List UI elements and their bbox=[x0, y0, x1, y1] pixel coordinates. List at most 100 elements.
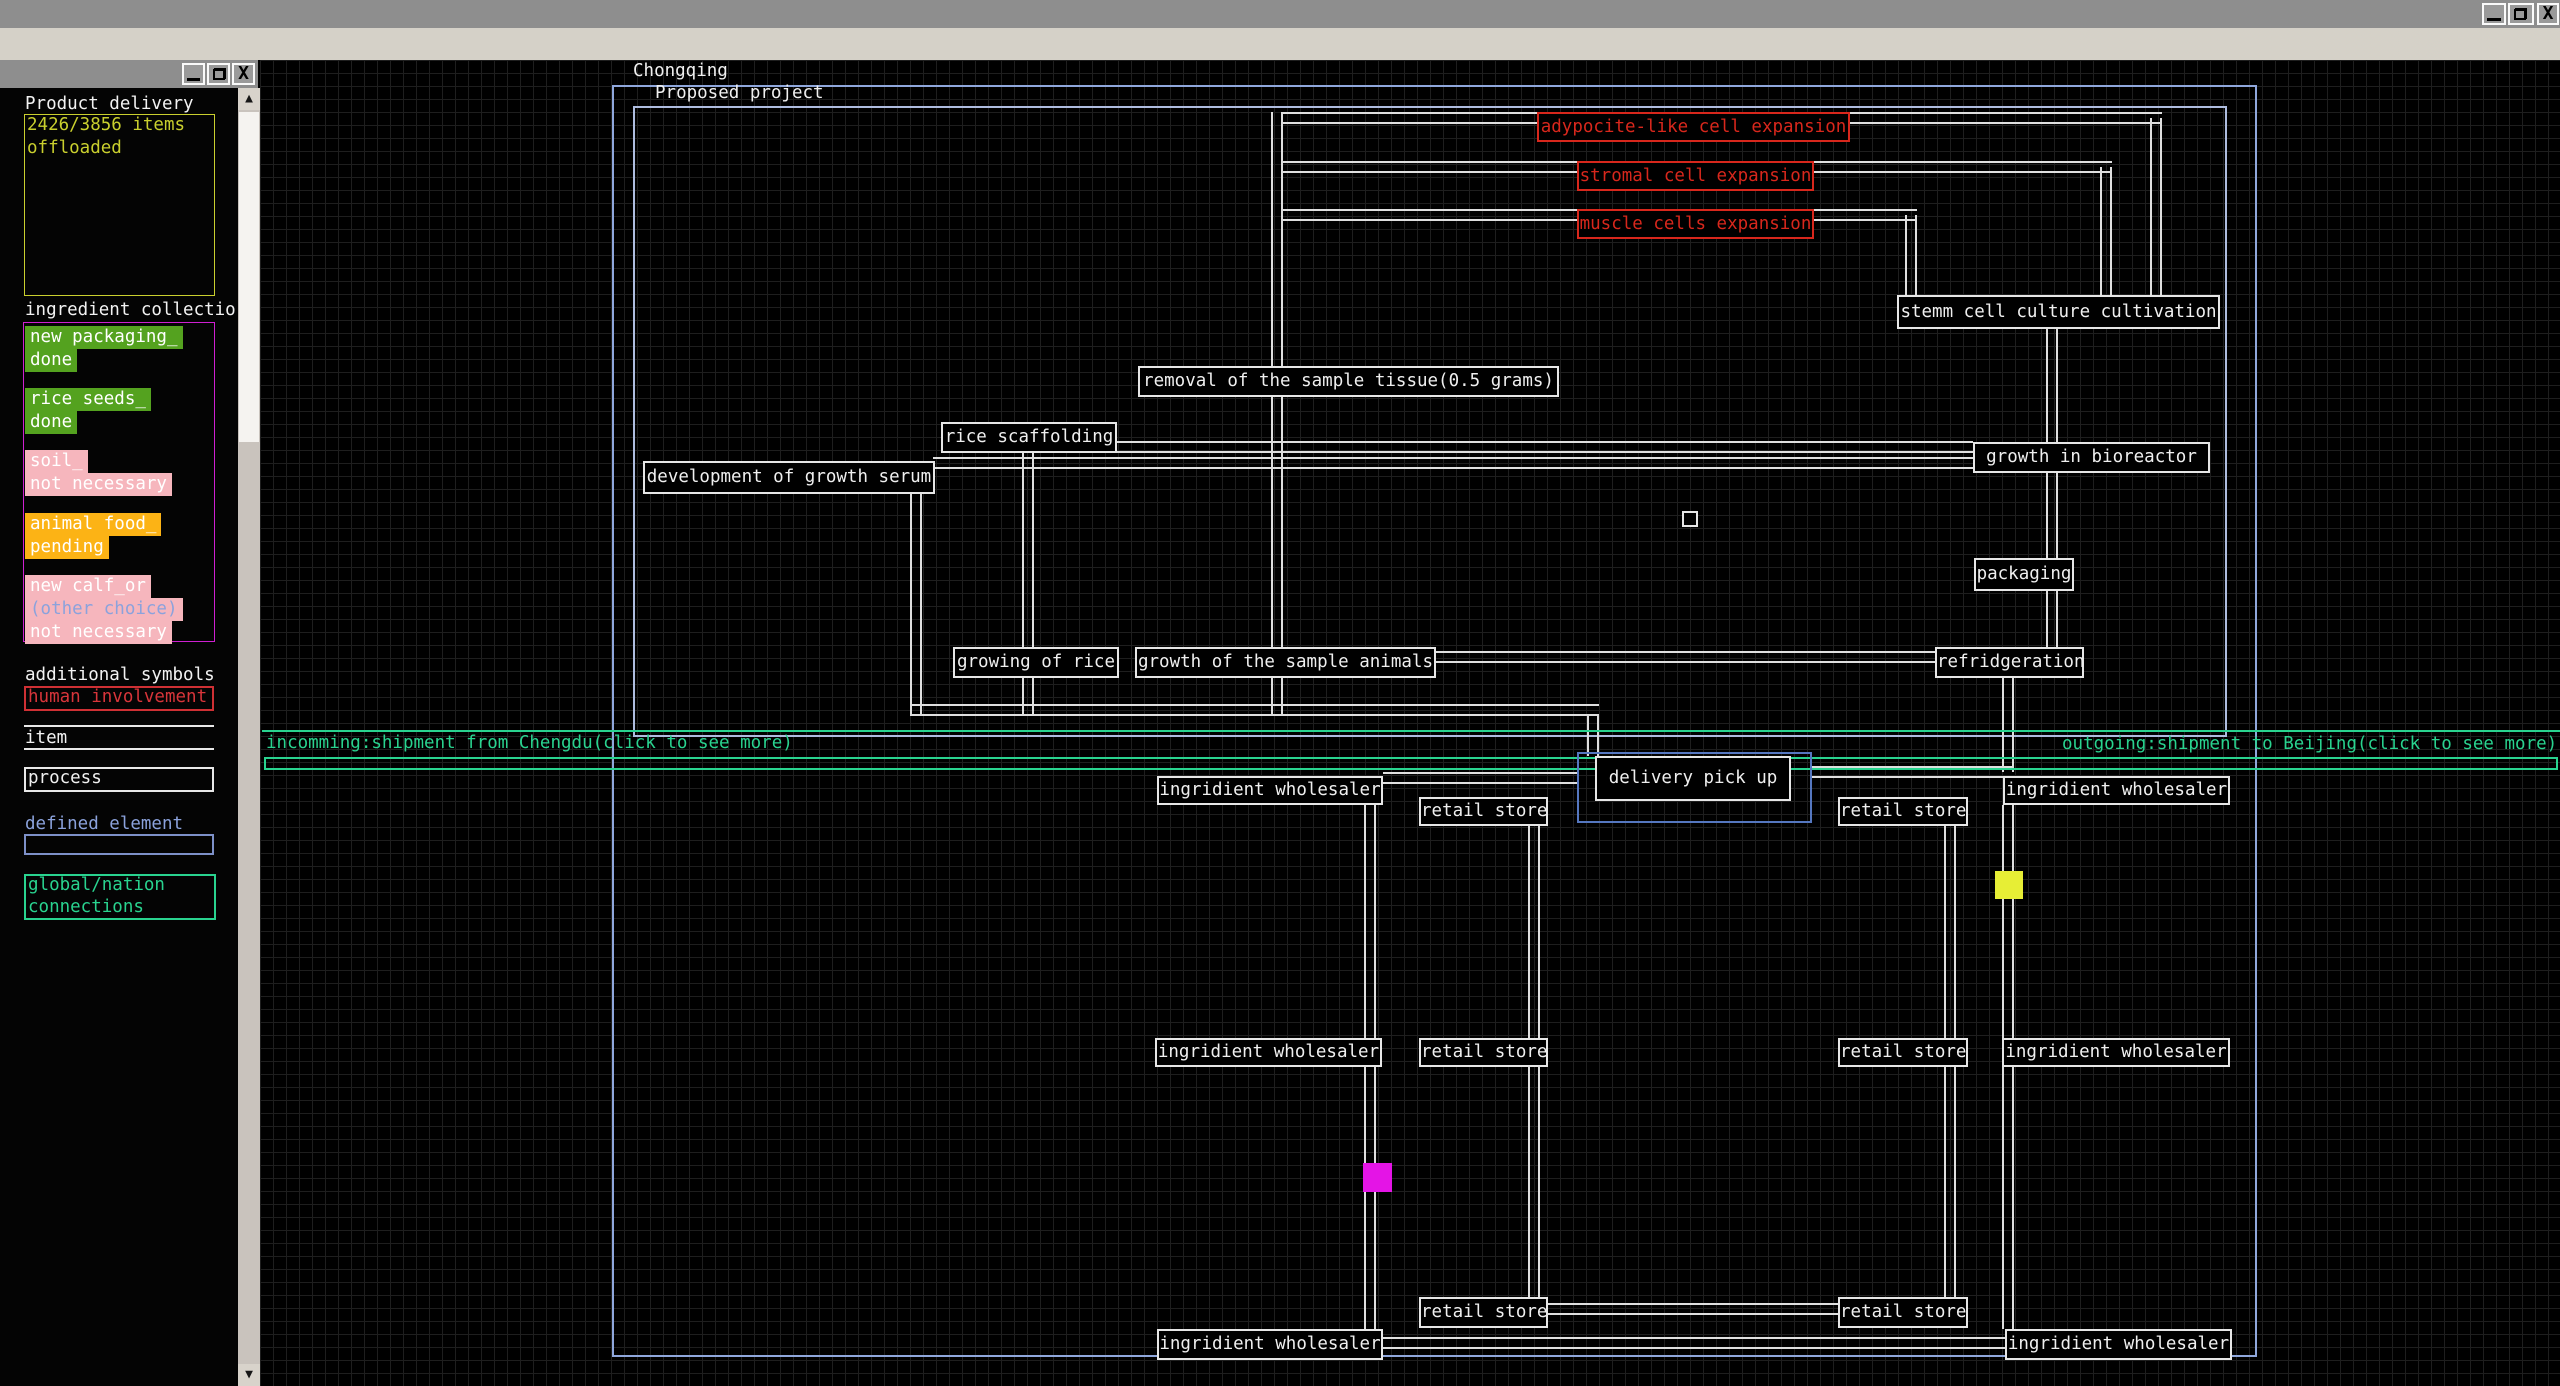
scroll-down-button[interactable]: ▼ bbox=[238, 1364, 260, 1386]
node-stem-cell-cultivation[interactable]: stemm cell culture cultivation bbox=[1897, 295, 2220, 329]
ingredient-new-packaging: new packaging_ done bbox=[25, 326, 183, 372]
connector-pipe bbox=[1528, 1067, 1540, 1297]
legend-global-line2: connections bbox=[28, 897, 144, 917]
window-toolbar-strip bbox=[0, 28, 2560, 60]
connector-pipe bbox=[2046, 591, 2058, 648]
connector-pipe bbox=[1814, 161, 2112, 173]
ingredient-soil: soil_ not necessary bbox=[25, 450, 172, 496]
connector-pipe bbox=[1814, 209, 1917, 221]
connector-pipe bbox=[1905, 215, 1917, 296]
legend-sidebar: Product delivery 2426/3856 items offload… bbox=[0, 88, 238, 1386]
symbols-heading: additional symbols bbox=[25, 665, 215, 685]
connector-pipe bbox=[1383, 1337, 2005, 1349]
minimize-button[interactable] bbox=[2482, 3, 2506, 25]
connector-pipe bbox=[1364, 805, 1376, 1038]
node-delivery-pickup[interactable]: delivery pick up bbox=[1595, 756, 1791, 801]
node-wholesaler[interactable]: ingridient wholesaler bbox=[1157, 1329, 1383, 1360]
node-wholesaler[interactable]: ingridient wholesaler bbox=[1157, 776, 1383, 805]
connector-pipe bbox=[910, 494, 922, 716]
ingredient-status: not necessary bbox=[25, 621, 172, 644]
node-wholesaler[interactable]: ingridient wholesaler bbox=[2003, 776, 2230, 805]
ingredient-status: not necessary bbox=[25, 473, 172, 496]
connector-pipe bbox=[1587, 716, 1599, 756]
ingredient-note: (other choice) bbox=[25, 598, 183, 621]
node-retail-store[interactable]: retail store bbox=[1419, 797, 1548, 826]
scroll-down-icon: ▼ bbox=[245, 1367, 253, 1382]
connector-pipe bbox=[1283, 209, 1579, 221]
ingredient-rice-seeds: rice seeds_ done bbox=[25, 388, 151, 434]
outgoing-shipment-link[interactable]: outgoing:shipment to Beijing(click to se… bbox=[2062, 734, 2557, 754]
node-muscle-expansion[interactable]: muscle cells expansion bbox=[1577, 209, 1814, 239]
connector-pipe bbox=[1850, 112, 2162, 124]
connector-pipe bbox=[1022, 453, 1034, 648]
ingredient-name: new calf_or bbox=[25, 575, 151, 598]
node-growth-serum[interactable]: development of growth serum bbox=[643, 461, 935, 494]
global-connection-line bbox=[262, 730, 2560, 732]
connector-pipe bbox=[933, 457, 1973, 469]
window-titlebar[interactable] bbox=[0, 0, 2560, 28]
offload-label: offloaded bbox=[27, 138, 122, 158]
small-square-marker[interactable] bbox=[1682, 511, 1698, 527]
node-retail-store[interactable]: retail store bbox=[1419, 1297, 1548, 1328]
delivery-status-box: 2426/3856 items offloaded bbox=[24, 114, 215, 296]
node-refridgeration[interactable]: refridgeration bbox=[1935, 647, 2084, 678]
node-packaging[interactable]: packaging bbox=[1974, 558, 2074, 591]
connector-pipe bbox=[2002, 1067, 2014, 1329]
node-retail-store[interactable]: retail store bbox=[1838, 797, 1968, 826]
incoming-shipment-link[interactable]: incomming:shipment from Chengdu(click to… bbox=[266, 733, 793, 753]
connector-pipe bbox=[1271, 397, 1283, 648]
ingredient-name: rice seeds_ bbox=[25, 388, 151, 411]
item-line-bottom bbox=[24, 748, 214, 750]
region-label: Chongqing bbox=[633, 61, 728, 81]
ingredients-heading: ingredient collectio bbox=[25, 300, 236, 320]
connector-pipe bbox=[2046, 329, 2058, 443]
close-icon: X bbox=[234, 66, 253, 82]
restore-icon bbox=[213, 68, 226, 80]
node-stromal-expansion[interactable]: stromal cell expansion bbox=[1577, 161, 1814, 191]
node-retail-store[interactable]: retail store bbox=[1838, 1038, 1968, 1067]
connector-pipe bbox=[1944, 826, 1956, 1038]
scroll-up-button[interactable]: ▲ bbox=[238, 88, 260, 110]
node-adypocite-expansion[interactable]: adypocite-like cell expansion bbox=[1537, 112, 1850, 142]
sidebar-close-button[interactable]: X bbox=[232, 63, 255, 85]
connector-pipe bbox=[2002, 805, 2014, 1038]
node-wholesaler[interactable]: ingridient wholesaler bbox=[2002, 1038, 2230, 1067]
sidebar-scrollbar[interactable]: ▲ ▼ bbox=[238, 88, 260, 1386]
sidebar-title: Product delivery bbox=[25, 94, 194, 114]
yellow-marker bbox=[1995, 871, 2023, 899]
ingredient-status: done bbox=[25, 411, 77, 434]
legend-human-label: human involvement bbox=[28, 687, 207, 707]
ingredient-new-calf: new calf_or (other choice) not necessary bbox=[25, 575, 183, 644]
connector-pipe bbox=[1364, 1067, 1376, 1329]
legend-process-label: process bbox=[28, 768, 102, 788]
sidebar-restore-button[interactable] bbox=[207, 63, 230, 85]
project-label: Proposed project bbox=[655, 83, 824, 103]
restore-icon bbox=[2514, 8, 2527, 20]
node-retail-store[interactable]: retail store bbox=[1419, 1038, 1548, 1067]
scrollbar-thumb[interactable] bbox=[239, 112, 259, 442]
magenta-marker bbox=[1363, 1163, 1392, 1192]
node-wholesaler[interactable]: ingridient wholesaler bbox=[1155, 1038, 1382, 1067]
connector-pipe bbox=[2150, 118, 2162, 296]
node-sample-animals-growth[interactable]: growth of the sample animals bbox=[1135, 647, 1436, 678]
node-retail-store[interactable]: retail store bbox=[1838, 1297, 1968, 1328]
connector-pipe bbox=[1115, 441, 1973, 453]
node-bioreactor-growth[interactable]: growth in bioreactor bbox=[1973, 442, 2210, 473]
sidebar-minimize-button[interactable] bbox=[182, 63, 205, 85]
minimize-icon bbox=[187, 78, 200, 81]
node-growing-rice[interactable]: growing of rice bbox=[953, 647, 1119, 678]
close-icon: X bbox=[2539, 6, 2557, 22]
connector-pipe bbox=[2046, 473, 2058, 559]
connector-pipe bbox=[1944, 1067, 1956, 1297]
legend-global-line1: global/nation bbox=[28, 875, 165, 895]
ingredient-name: new packaging_ bbox=[25, 326, 183, 349]
restore-button[interactable] bbox=[2508, 3, 2534, 25]
close-button[interactable]: X bbox=[2537, 3, 2559, 25]
connector-pipe bbox=[1283, 112, 1539, 124]
connector-pipe bbox=[1436, 651, 1935, 663]
item-line-top bbox=[24, 725, 214, 727]
node-rice-scaffolding[interactable]: rice scaffolding bbox=[941, 422, 1117, 453]
global-connection-pipe bbox=[264, 757, 2558, 770]
node-tissue-removal[interactable]: removal of the sample tissue(0.5 grams) bbox=[1138, 366, 1559, 397]
node-wholesaler[interactable]: ingridient wholesaler bbox=[2005, 1329, 2232, 1360]
